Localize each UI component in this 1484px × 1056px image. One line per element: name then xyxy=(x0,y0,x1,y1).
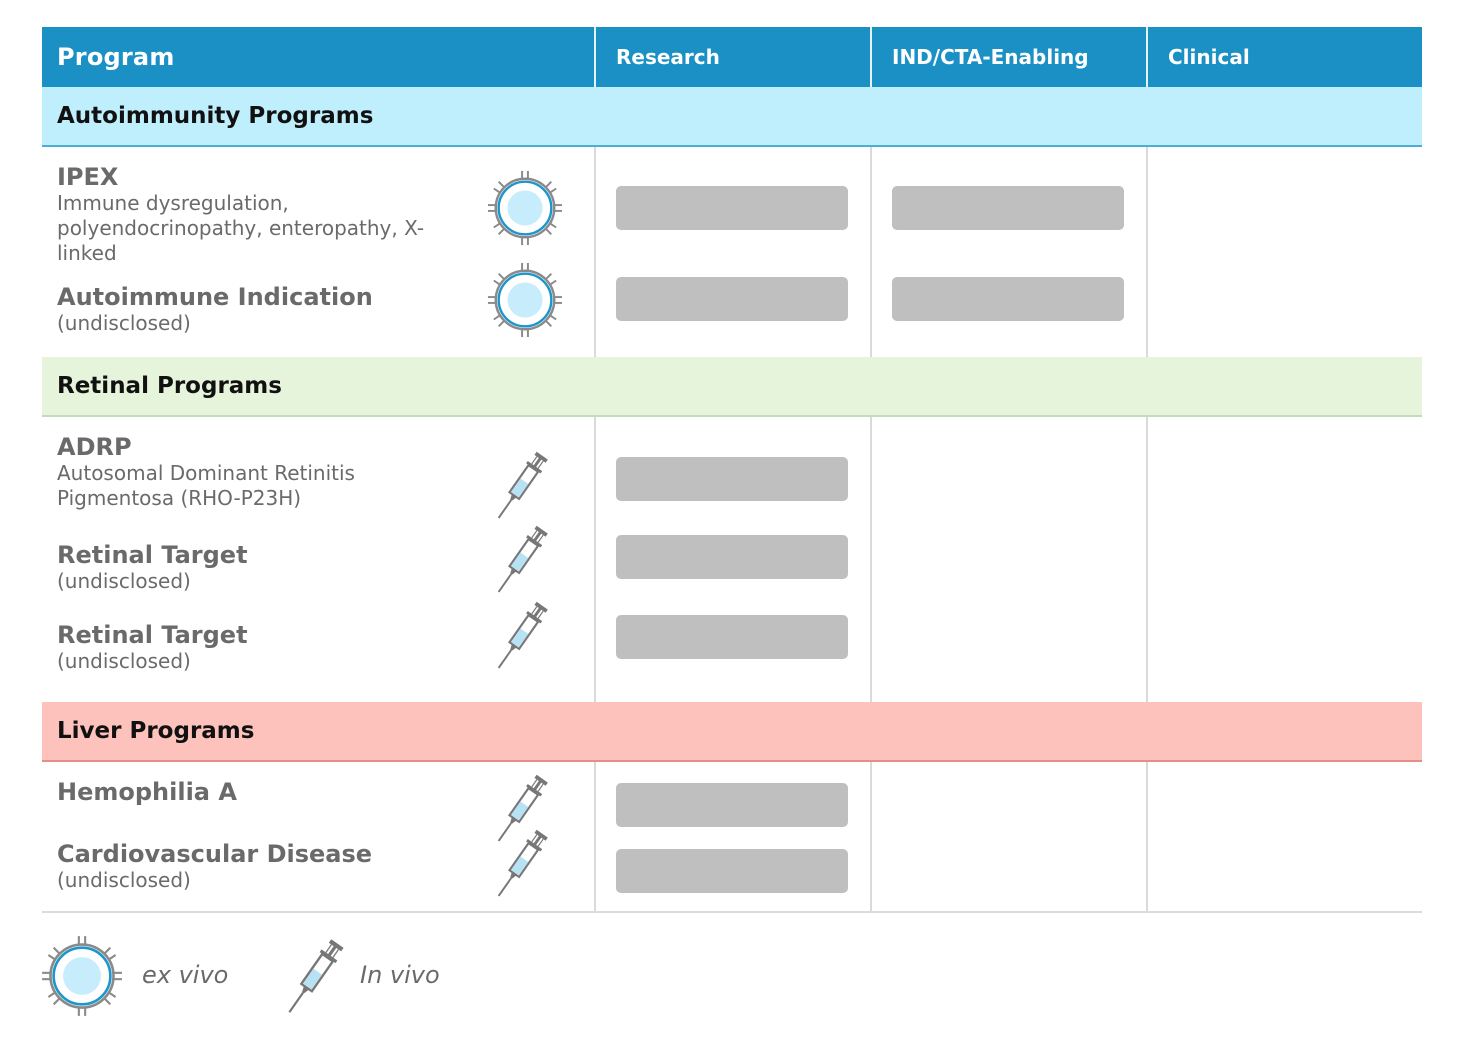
column-divider xyxy=(870,27,872,87)
column-divider xyxy=(594,27,596,87)
in-vivo-syringe-icon xyxy=(490,447,552,525)
section-title: Liver Programs xyxy=(57,718,255,744)
column-divider xyxy=(594,417,596,702)
in-vivo-syringe-icon xyxy=(280,934,348,1020)
section-header-retinal: Retinal Programs xyxy=(42,357,1422,417)
in-vivo-syringe-icon xyxy=(490,597,552,675)
column-header-research: Research xyxy=(616,45,720,69)
progress-bar-research xyxy=(616,457,848,501)
program-description: (undisclosed) xyxy=(57,311,191,335)
ex-vivo-cell-icon xyxy=(486,261,564,339)
progress-bar-research xyxy=(616,535,848,579)
legend-label-ex-vivo: ex vivo xyxy=(142,961,229,989)
column-divider xyxy=(1146,417,1148,702)
section-body-liver: Hemophilia A Cardiovascular Disease (und… xyxy=(42,762,1422,913)
program-name: Retinal Target xyxy=(57,621,248,649)
legend: ex vivo In vivo xyxy=(42,932,542,1018)
progress-bar-research xyxy=(616,849,848,893)
column-divider xyxy=(870,147,872,357)
section-header-liver: Liver Programs xyxy=(42,702,1422,762)
program-row: Hemophilia A xyxy=(57,778,237,806)
ex-vivo-cell-icon xyxy=(486,169,564,247)
column-divider xyxy=(1146,147,1148,357)
legend-label-in-vivo: In vivo xyxy=(360,961,440,989)
progress-bar-ind-cta-enabling xyxy=(892,186,1124,230)
column-header-ind-cta-enabling: IND/CTA-Enabling xyxy=(892,45,1089,69)
progress-bar-ind-cta-enabling xyxy=(892,277,1124,321)
program-description: (undisclosed) xyxy=(57,868,191,892)
program-row: Cardiovascular Disease (undisclosed) xyxy=(57,840,372,893)
column-divider xyxy=(1146,762,1148,911)
section-title: Retinal Programs xyxy=(57,373,282,399)
column-divider xyxy=(1146,27,1148,87)
program-row: ADRP Autosomal Dominant Retinitis Pigmen… xyxy=(57,433,417,511)
program-description: (undisclosed) xyxy=(57,649,191,673)
program-name: ADRP xyxy=(57,433,132,461)
progress-bar-research xyxy=(616,783,848,827)
table-header: Program Research IND/CTA-Enabling Clinic… xyxy=(42,27,1422,87)
in-vivo-syringe-icon xyxy=(490,825,552,903)
section-body-autoimmunity: IPEX Immune dysregulation, polyendocrino… xyxy=(42,147,1422,357)
column-divider xyxy=(870,762,872,911)
program-name: IPEX xyxy=(57,163,119,191)
program-row: Retinal Target (undisclosed) xyxy=(57,541,248,594)
progress-bar-research xyxy=(616,277,848,321)
program-description: Autosomal Dominant Retinitis Pigmentosa … xyxy=(57,461,355,510)
ex-vivo-cell-icon xyxy=(40,934,124,1018)
program-name: Autoimmune Indication xyxy=(57,283,373,311)
section-body-retinal: ADRP Autosomal Dominant Retinitis Pigmen… xyxy=(42,417,1422,702)
program-description: (undisclosed) xyxy=(57,569,191,593)
program-description: Immune dysregulation, polyendocrinopathy… xyxy=(57,191,425,265)
pipeline-table: Program Research IND/CTA-Enabling Clinic… xyxy=(42,27,1422,913)
section-header-autoimmunity: Autoimmunity Programs xyxy=(42,87,1422,147)
section-title: Autoimmunity Programs xyxy=(57,103,374,129)
column-divider xyxy=(594,147,596,357)
column-header-program: Program xyxy=(57,43,175,71)
program-row: Retinal Target (undisclosed) xyxy=(57,621,248,674)
column-divider xyxy=(594,762,596,911)
in-vivo-syringe-icon xyxy=(490,521,552,599)
program-row: IPEX Immune dysregulation, polyendocrino… xyxy=(57,163,447,266)
program-name: Hemophilia A xyxy=(57,778,237,806)
column-header-clinical: Clinical xyxy=(1168,45,1250,69)
program-name: Retinal Target xyxy=(57,541,248,569)
program-row: Autoimmune Indication (undisclosed) xyxy=(57,283,373,336)
column-divider xyxy=(870,417,872,702)
progress-bar-research xyxy=(616,186,848,230)
progress-bar-research xyxy=(616,615,848,659)
program-name: Cardiovascular Disease xyxy=(57,840,373,868)
